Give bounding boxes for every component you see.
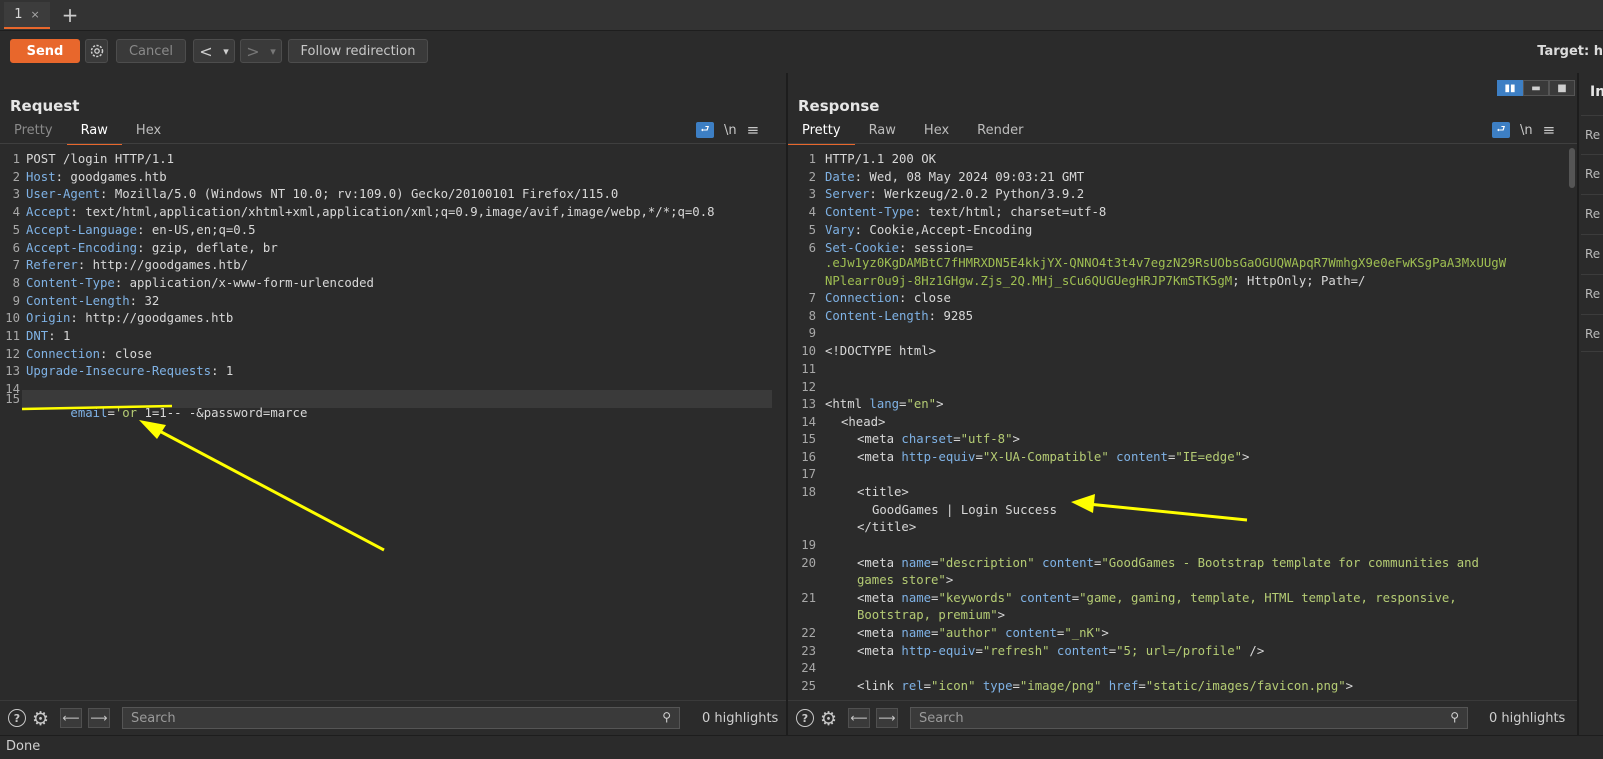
cancel-button[interactable]: Cancel (116, 39, 186, 63)
search-icon: ⚲ (1450, 710, 1459, 724)
next-icon[interactable]: ⟶ (88, 708, 110, 728)
gear-icon[interactable]: ⚙ (820, 708, 837, 730)
search-placeholder: Search (919, 710, 964, 726)
request-search-bar: ? ⚙ ⟵ ⟶ Search ⚲ 0 highlights (0, 700, 786, 736)
single-pane-icon[interactable]: ■ (1549, 80, 1575, 96)
tab-strip: 1 × + (0, 0, 1603, 31)
tab-label: 1 (14, 7, 23, 22)
help-icon[interactable]: ? (796, 709, 814, 727)
split-horizontal-icon[interactable]: ▮▮ (1497, 80, 1523, 96)
annotation-arrow (1071, 494, 1248, 522)
underline-annotation (21, 404, 173, 411)
inspector-title: In (1590, 84, 1603, 100)
close-icon[interactable]: × (31, 8, 40, 21)
inspector-row[interactable]: Re (1581, 194, 1603, 232)
search-input[interactable]: Search ⚲ (122, 707, 680, 729)
inspector-row[interactable]: Re (1581, 234, 1603, 272)
chevron-down-icon[interactable]: ▾ (223, 45, 229, 58)
arrow-shaft (1087, 502, 1248, 522)
tab-1[interactable]: 1 × (4, 2, 50, 29)
inspector-row[interactable]: Re (1581, 115, 1603, 153)
status-bar: Done (0, 735, 1603, 759)
response-pane: Response Pretty Raw Hex Render ⮐ \n ≡ 1H… (788, 73, 1579, 736)
highlights-count: 0 highlights (702, 711, 779, 726)
back-button[interactable]: < ▾ (193, 39, 235, 63)
add-tab-icon[interactable]: + (60, 3, 80, 27)
settings-button[interactable] (85, 39, 108, 63)
previous-icon[interactable]: ⟵ (60, 708, 82, 728)
split-vertical-icon[interactable]: ▬ (1523, 80, 1549, 96)
forward-button[interactable]: > ▾ (240, 39, 282, 63)
toolbar: Send Cancel < ▾ > ▾ Follow redirection T… (0, 31, 1603, 74)
send-button[interactable]: Send (10, 39, 80, 63)
target-label[interactable]: Target: h (1537, 44, 1603, 59)
search-input[interactable]: Search ⚲ (910, 707, 1468, 729)
arrow-head (139, 420, 166, 439)
inspector-row[interactable]: Re (1581, 314, 1603, 352)
request-pane: Request Pretty Raw Hex ⮐ \n ≡ 1 POST /log… (0, 73, 788, 736)
arrow-head (1071, 494, 1095, 513)
search-placeholder: Search (131, 710, 176, 726)
annotation-arrow (21, 404, 385, 552)
highlights-count: 0 highlights (1489, 711, 1566, 726)
inspector-row[interactable]: Re (1581, 154, 1603, 192)
chevron-left-icon: < (199, 41, 213, 61)
help-icon[interactable]: ? (8, 709, 26, 727)
arrow-shaft (149, 424, 385, 552)
chevron-right-icon: > (246, 41, 260, 61)
search-icon: ⚲ (662, 710, 671, 724)
previous-icon[interactable]: ⟵ (848, 708, 870, 728)
gear-icon (90, 44, 103, 58)
follow-redirection-button[interactable]: Follow redirection (288, 39, 428, 63)
gear-icon[interactable]: ⚙ (32, 708, 49, 730)
inspector-row[interactable]: Re (1581, 274, 1603, 312)
next-icon[interactable]: ⟶ (876, 708, 898, 728)
layout-toggle: ▮▮ ▬ ■ (1497, 80, 1575, 96)
chevron-down-icon[interactable]: ▾ (270, 45, 276, 58)
response-search-bar: ? ⚙ ⟵ ⟶ Search ⚲ 0 highlights (788, 700, 1577, 736)
scrollbar-thumb[interactable] (1569, 148, 1575, 188)
